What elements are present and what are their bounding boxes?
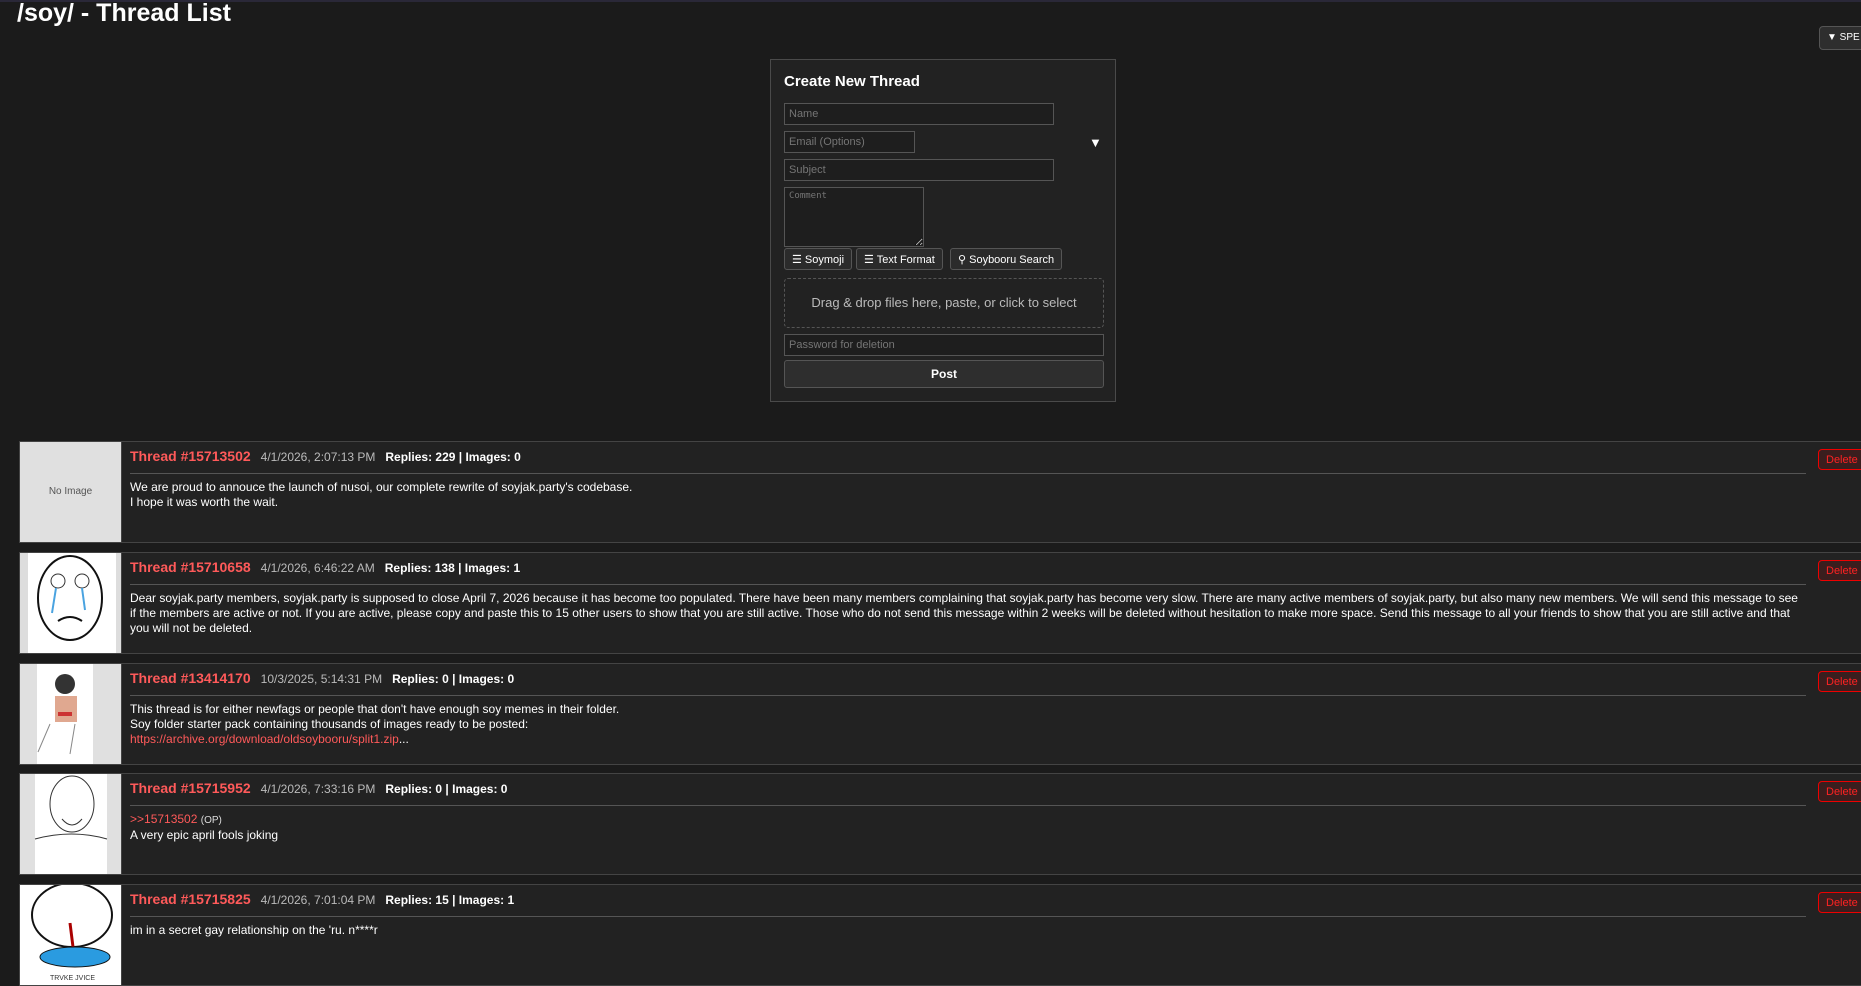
soyjak-drinking-image: TRVKE JVICE	[31, 885, 113, 982]
op-tag: (OP)	[200, 815, 222, 826]
thread-thumbnail[interactable]	[20, 553, 122, 653]
email-input[interactable]	[784, 131, 915, 153]
thread-thumbnail[interactable]	[20, 774, 122, 874]
thread-number-link[interactable]: Thread #13414170	[130, 670, 251, 686]
thread-row: TRVKE JVICE Thread #15715825 4/1/2026, 7:…	[19, 884, 1861, 986]
thread-stats: Replies: 0 | Images: 0	[392, 672, 515, 686]
comment-textarea[interactable]	[784, 187, 924, 247]
truncation-ellipsis: ...	[398, 732, 409, 746]
name-input[interactable]	[784, 103, 1054, 125]
quote-link[interactable]: >>15713502	[130, 812, 197, 826]
thread-date: 4/1/2026, 7:01:04 PM	[260, 893, 376, 907]
page-title: /soy/ - Thread List	[17, 0, 231, 27]
spe-menu-button[interactable]: ▼ SPE M	[1819, 26, 1861, 50]
post-button[interactable]: Post	[784, 360, 1104, 388]
create-thread-form: Create New Thread ▼ ☰ Soymoji ☰ Text For…	[770, 59, 1116, 402]
thread-row: Thread #13414170 10/3/2025, 5:14:31 PM Rep…	[19, 663, 1861, 765]
thread-row: No Image Thread #15713502 4/1/2026, 2:07:…	[19, 441, 1861, 543]
post-text: im in a secret gay relationship on the '…	[130, 923, 378, 937]
subject-input[interactable]	[784, 159, 1054, 181]
form-title: Create New Thread	[784, 73, 920, 90]
delete-button[interactable]: Delete	[1818, 671, 1861, 692]
delete-button[interactable]: Delete	[1818, 892, 1861, 913]
password-input[interactable]	[784, 334, 1104, 356]
thread-date: 4/1/2026, 2:07:13 PM	[260, 450, 376, 464]
thread-thumbnail[interactable]	[20, 664, 122, 764]
post-text: I hope it was worth the wait.	[130, 495, 279, 509]
email-options-dropdown-icon[interactable]: ▼	[1089, 135, 1102, 150]
bald-soyjak-image	[34, 774, 108, 874]
mug-caption: TRVKE JVICE	[50, 975, 95, 982]
gamer-girl-image	[37, 664, 93, 764]
thread-number-link[interactable]: Thread #15715952	[130, 780, 251, 796]
thread-date: 4/1/2026, 6:46:22 AM	[260, 561, 375, 575]
post-text: Dear soyjak.party members, soyjak.party …	[130, 591, 1798, 635]
thread-thumbnail[interactable]: TRVKE JVICE	[20, 885, 122, 985]
thread-stats: Replies: 15 | Images: 1	[385, 893, 515, 907]
thread-row: Thread #15715952 4/1/2026, 7:33:16 PM Repl…	[19, 773, 1861, 875]
thread-number-link[interactable]: Thread #15710658	[130, 559, 251, 575]
post-text: We are proud to annouce the launch of nu…	[130, 480, 633, 494]
thread-date: 10/3/2025, 5:14:31 PM	[260, 672, 383, 686]
thread-row: Thread #15710658 4/1/2026, 6:46:22 AM Repl…	[19, 552, 1861, 654]
text-format-button[interactable]: ☰ Text Format	[856, 248, 943, 270]
no-image-label: No Image	[48, 486, 93, 497]
post-text: This thread is for either newfags or peo…	[130, 702, 620, 716]
post-text: Soy folder starter pack containing thous…	[130, 717, 529, 731]
archive-link[interactable]: https://archive.org/download/oldsoybooru…	[130, 732, 399, 746]
thread-number-link[interactable]: Thread #15713502	[130, 448, 251, 464]
thread-stats: Replies: 229 | Images: 0	[385, 450, 521, 464]
delete-button[interactable]: Delete	[1818, 449, 1861, 470]
thread-number-link[interactable]: Thread #15715825	[130, 891, 251, 907]
delete-button[interactable]: Delete	[1818, 560, 1861, 581]
thread-stats: Replies: 138 | Images: 1	[384, 561, 521, 575]
thread-date: 4/1/2026, 7:33:16 PM	[260, 782, 376, 796]
post-text: A very epic april fools joking	[130, 828, 279, 842]
file-dropzone[interactable]: Drag & drop files here, paste, or click …	[784, 278, 1104, 328]
thread-thumbnail[interactable]: No Image	[20, 442, 122, 542]
thread-stats: Replies: 0 | Images: 0	[385, 782, 508, 796]
crying-soyjak-image	[28, 553, 116, 653]
soymoji-button[interactable]: ☰ Soymoji	[784, 248, 853, 270]
delete-button[interactable]: Delete	[1818, 781, 1861, 802]
soybooru-search-button[interactable]: ⚲ Soybooru Search	[950, 248, 1063, 270]
